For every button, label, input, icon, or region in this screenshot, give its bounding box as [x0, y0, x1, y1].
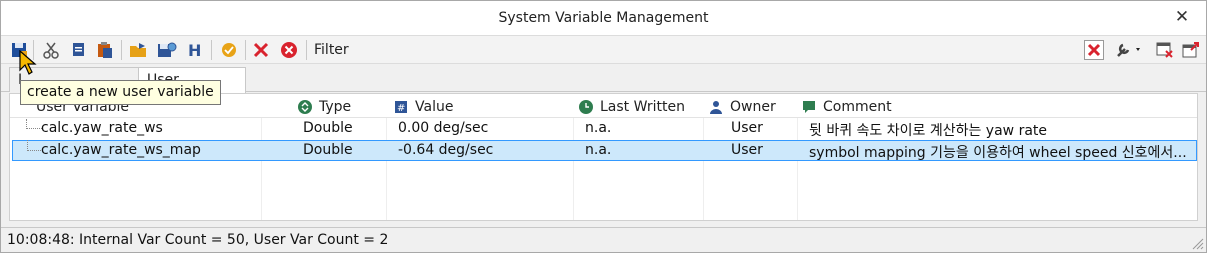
toolbar: H Filter	[1, 35, 1206, 64]
column-header-label: Owner	[730, 99, 776, 115]
svg-text:#: #	[397, 103, 405, 113]
toolbar-separator	[211, 40, 212, 60]
paste-icon[interactable]	[95, 40, 115, 60]
table-row-selected[interactable]: calc.yaw_rate_ws_map Double -0.64 deg/se…	[12, 140, 1197, 161]
column-header-label: Type	[319, 99, 352, 115]
title-bar: System Variable Management ✕	[1, 1, 1206, 35]
header-icon[interactable]: H	[185, 40, 205, 60]
clock-icon	[579, 100, 593, 114]
user-variable-table: User Variable Type # Value Last Written …	[9, 93, 1198, 221]
column-header-comment[interactable]: Comment	[802, 97, 892, 117]
delete-icon[interactable]	[251, 40, 271, 60]
window-close-icon[interactable]	[1155, 40, 1175, 60]
window-export-icon[interactable]	[1181, 40, 1201, 60]
column-header-type[interactable]: Type	[298, 97, 351, 117]
settings-wrench-icon[interactable]	[1113, 40, 1145, 60]
status-text: 10:08:48: Internal Var Count = 50, User …	[7, 232, 389, 248]
column-header-label: Value	[415, 99, 454, 115]
toolbar-separator	[121, 40, 122, 60]
export-icon[interactable]	[129, 40, 149, 60]
cut-icon[interactable]	[41, 40, 61, 60]
filter-label[interactable]: Filter	[314, 42, 349, 58]
variable-owner: User	[731, 120, 763, 136]
toolbar-separator	[245, 40, 246, 60]
column-header-last-written[interactable]: Last Written	[579, 97, 685, 117]
variable-type: Double	[303, 120, 353, 136]
clear-filter-icon[interactable]	[1084, 40, 1104, 60]
comment-icon	[802, 100, 816, 114]
save-config-icon[interactable]	[157, 40, 177, 60]
column-header-owner[interactable]: Owner	[709, 97, 776, 117]
resize-grip-icon[interactable]	[1192, 238, 1204, 250]
tooltip: create a new user variable	[20, 80, 221, 105]
status-bar: 10:08:48: Internal Var Count = 50, User …	[1, 227, 1206, 252]
certificate-icon[interactable]	[219, 40, 239, 60]
variable-last-written: n.a.	[585, 120, 612, 136]
svg-text:H: H	[188, 41, 201, 59]
type-icon	[298, 100, 312, 114]
variable-name: calc.yaw_rate_ws_map	[41, 142, 201, 158]
column-header-label: Comment	[823, 99, 892, 115]
variable-value: 0.00 deg/sec	[398, 120, 489, 136]
window-title: System Variable Management	[498, 10, 709, 26]
toolbar-separator	[306, 40, 307, 60]
variable-comment: symbol mapping 기능을 이용하여 wheel speed 신호에서…	[809, 145, 1187, 161]
system-variable-management-window: System Variable Management ✕ H Filter Us…	[0, 0, 1207, 253]
copy-icon[interactable]	[69, 40, 89, 60]
column-header-value[interactable]: # Value	[394, 97, 453, 117]
variable-comment: 뒷 바퀴 속도 차이로 계산하는 yaw rate	[809, 123, 1048, 139]
delete-all-icon[interactable]	[279, 40, 299, 60]
owner-icon	[709, 100, 723, 114]
variable-value: -0.64 deg/sec	[398, 142, 494, 158]
column-header-label: Last Written	[600, 99, 685, 115]
close-window-button[interactable]: ✕	[1172, 7, 1192, 27]
variable-type: Double	[303, 142, 353, 158]
variable-name: calc.yaw_rate_ws	[41, 120, 163, 136]
value-hash-icon: #	[394, 100, 408, 114]
mouse-cursor-icon	[19, 49, 37, 80]
variable-owner: User	[731, 142, 763, 158]
tree-connector	[26, 119, 42, 129]
variable-last-written: n.a.	[585, 142, 612, 158]
table-row[interactable]: calc.yaw_rate_ws Double 0.00 deg/sec n.a…	[12, 119, 1197, 140]
